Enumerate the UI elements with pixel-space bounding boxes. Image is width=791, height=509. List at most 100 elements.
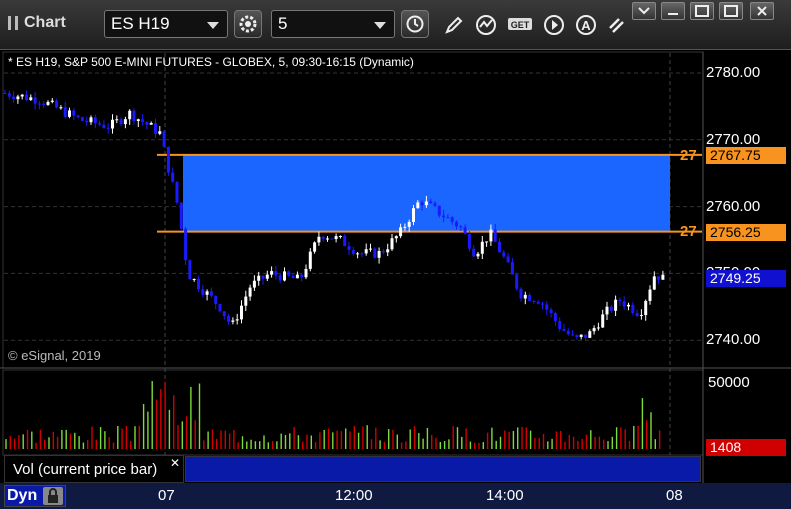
candle-body (618, 299, 622, 302)
candle-body (601, 314, 605, 328)
upper-level-short-label: 27 (680, 147, 697, 164)
candle-body (627, 304, 630, 307)
volume-bars (5, 381, 661, 449)
time-axis-label: 14:00 (486, 487, 524, 504)
study-legend[interactable]: Vol (current price bar) (4, 455, 184, 483)
candle-body (291, 275, 295, 279)
candle-body (403, 226, 407, 228)
candle-body (373, 248, 377, 258)
candle-body (515, 274, 519, 289)
candle-body (455, 221, 458, 227)
volume-current-tag: 1408 (706, 439, 786, 456)
candle-body (433, 203, 437, 206)
candle-body (59, 107, 63, 109)
candle-body (545, 304, 549, 310)
candle-body (553, 313, 557, 322)
candle-body (579, 334, 583, 337)
candle-body (532, 301, 536, 303)
candle-body (154, 123, 157, 134)
candle-body (162, 131, 166, 147)
candle-body (257, 275, 261, 281)
candle-body (145, 121, 149, 125)
candle-body (106, 127, 110, 129)
candle-body (132, 110, 136, 122)
candle-body (575, 335, 579, 337)
candle-body (7, 93, 11, 97)
candle-body (265, 274, 269, 279)
candle-body (115, 119, 119, 121)
candle-body (369, 248, 372, 250)
candle-body (166, 146, 170, 173)
candle-body (476, 253, 480, 257)
candle-body (510, 262, 514, 275)
lower-level-short-label: 27 (680, 223, 697, 240)
candle-body (111, 119, 114, 129)
price-axis-label: 2770.00 (706, 131, 761, 148)
candle-body (248, 287, 252, 297)
candle-body (338, 235, 342, 237)
time-axis-label: 08 (666, 487, 683, 504)
candle-body (46, 101, 50, 105)
candle-body (459, 226, 463, 228)
lower-level-price-tag: 2756.25 (706, 224, 786, 241)
candle-body (93, 117, 97, 124)
candle-body (528, 294, 532, 302)
time-axis-label: 07 (158, 487, 175, 504)
candle-body (98, 123, 102, 125)
candle-body (416, 202, 420, 209)
candle-body (493, 229, 497, 242)
time-axis-label: 12:00 (335, 487, 373, 504)
candle-body (571, 334, 575, 336)
candle-body (188, 260, 192, 280)
candle-body (472, 248, 476, 257)
candle-body (588, 331, 592, 338)
price-axis-label: 2760.00 (706, 198, 761, 215)
candle-body (480, 241, 484, 254)
candle-body (16, 96, 20, 100)
candle-body (37, 103, 41, 105)
candle-body (429, 201, 433, 204)
close-icon[interactable]: ✕ (170, 456, 180, 470)
candle-body (235, 319, 239, 321)
candle-body (394, 236, 398, 239)
candle-body (360, 253, 364, 255)
candle-body (313, 242, 317, 252)
candle-body (584, 334, 587, 338)
candle-body (562, 329, 566, 331)
candle-body (364, 249, 368, 254)
candle-body (68, 110, 71, 117)
copyright-text: © eSignal, 2019 (8, 348, 101, 363)
volume-panel-border (2, 369, 704, 456)
candle-body (244, 296, 248, 306)
candle-body (592, 328, 596, 332)
candle-body (506, 256, 510, 263)
lock-icon[interactable] (43, 487, 63, 505)
candle-body (446, 217, 450, 219)
candle-body (119, 119, 123, 125)
dynamic-mode-label: Dyn (7, 487, 38, 504)
price-chart[interactable] (0, 0, 791, 509)
candle-body (171, 172, 175, 182)
candle-body (609, 306, 613, 311)
candle-body (274, 271, 278, 276)
candle-body (287, 271, 291, 276)
candle-body (321, 236, 325, 239)
candle-body (644, 300, 648, 316)
candle-body (356, 253, 360, 255)
candle-body (136, 119, 140, 122)
candle-body (407, 221, 411, 227)
candle-body (523, 294, 527, 299)
candle-body (381, 250, 385, 253)
candle-body (3, 93, 7, 95)
candle-body (661, 274, 665, 280)
candle-body (639, 315, 643, 317)
candle-body (184, 228, 188, 261)
candle-body (240, 305, 243, 320)
candle-body (377, 250, 381, 258)
candle-body (652, 276, 656, 290)
candle-body (192, 278, 196, 280)
candle-body (42, 103, 46, 105)
candle-body (20, 94, 24, 97)
candle-body (72, 110, 76, 116)
candle-body (278, 275, 282, 281)
